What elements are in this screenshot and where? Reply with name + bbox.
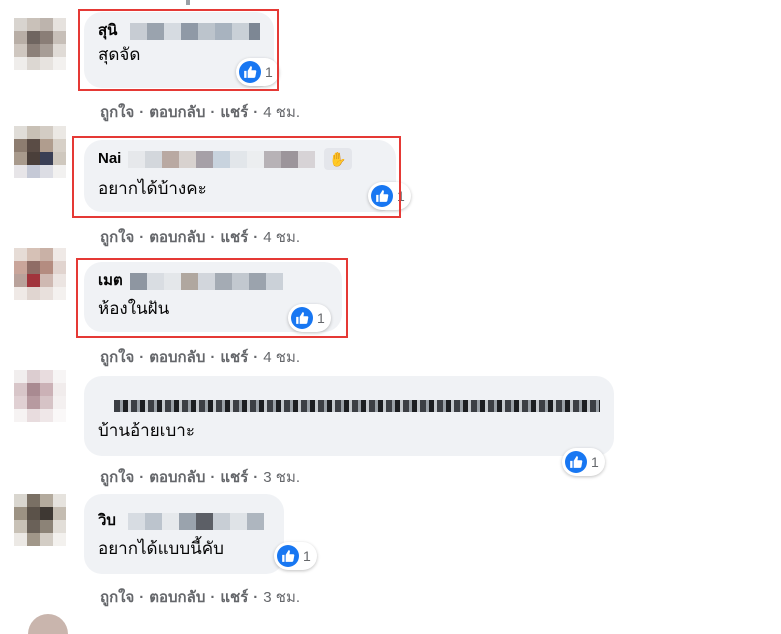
reply-link[interactable]: ตอบกลับ bbox=[149, 589, 205, 606]
avatar[interactable] bbox=[28, 614, 68, 634]
avatar[interactable] bbox=[14, 126, 66, 178]
highlight-box bbox=[76, 258, 348, 338]
timestamp[interactable]: 3 ชม. bbox=[263, 589, 300, 606]
comment-bubble: บ้านอ้ายเบาะ bbox=[84, 376, 614, 456]
censored-name bbox=[114, 400, 600, 412]
reaction-number: 1 bbox=[303, 548, 311, 564]
reaction-number: 1 bbox=[591, 454, 599, 470]
thumbs-up-icon bbox=[565, 451, 587, 473]
share-link[interactable]: แชร์ bbox=[220, 349, 248, 366]
censored-name bbox=[128, 513, 264, 530]
comment-text: บ้านอ้ายเบาะ bbox=[98, 421, 195, 440]
comment-text: อยากได้แบบนี้คับ bbox=[98, 539, 224, 558]
reply-link[interactable]: ตอบกลับ bbox=[149, 104, 205, 121]
avatar[interactable] bbox=[14, 248, 66, 300]
comment-author[interactable] bbox=[98, 394, 600, 416]
comment-bubble: วิบ อยากได้แบบนี้คับ bbox=[84, 494, 284, 574]
reply-link[interactable]: ตอบกลับ bbox=[149, 469, 205, 486]
timestamp[interactable]: 4 ชม. bbox=[263, 104, 300, 121]
comment-actions: ถูกใจ · ตอบกลับ · แชร์ · 3 ชม. bbox=[100, 589, 301, 606]
highlight-box bbox=[78, 9, 279, 91]
avatar[interactable] bbox=[14, 18, 66, 70]
reaction-count[interactable]: 1 bbox=[274, 542, 317, 570]
reaction-count[interactable]: 1 bbox=[562, 448, 605, 476]
like-link[interactable]: ถูกใจ bbox=[100, 349, 134, 366]
timestamp[interactable]: 4 ชม. bbox=[263, 229, 300, 246]
share-link[interactable]: แชร์ bbox=[220, 469, 248, 486]
comment-actions: ถูกใจ · ตอบกลับ · แชร์ · 4 ชม. bbox=[100, 229, 301, 246]
like-link[interactable]: ถูกใจ bbox=[100, 229, 134, 246]
share-link[interactable]: แชร์ bbox=[220, 229, 248, 246]
scroll-artifact bbox=[186, 0, 190, 5]
like-link[interactable]: ถูกใจ bbox=[100, 469, 134, 486]
highlight-box bbox=[72, 136, 401, 218]
reply-link[interactable]: ตอบกลับ bbox=[149, 229, 205, 246]
comment-actions: ถูกใจ · ตอบกลับ · แชร์ · 3 ชม. bbox=[100, 469, 301, 486]
comment-actions: ถูกใจ · ตอบกลับ · แชร์ · 4 ชม. bbox=[100, 349, 301, 366]
thumbs-up-icon bbox=[277, 545, 299, 567]
comment-actions: ถูกใจ · ตอบกลับ · แชร์ · 4 ชม. bbox=[100, 104, 301, 121]
avatar[interactable] bbox=[14, 370, 66, 422]
reply-link[interactable]: ตอบกลับ bbox=[149, 349, 205, 366]
comment-author[interactable]: วิบ bbox=[98, 510, 270, 532]
timestamp[interactable]: 4 ชม. bbox=[263, 349, 300, 366]
share-link[interactable]: แชร์ bbox=[220, 104, 248, 121]
avatar[interactable] bbox=[14, 494, 66, 546]
share-link[interactable]: แชร์ bbox=[220, 589, 248, 606]
timestamp[interactable]: 3 ชม. bbox=[263, 469, 300, 486]
like-link[interactable]: ถูกใจ bbox=[100, 589, 134, 606]
like-link[interactable]: ถูกใจ bbox=[100, 104, 134, 121]
